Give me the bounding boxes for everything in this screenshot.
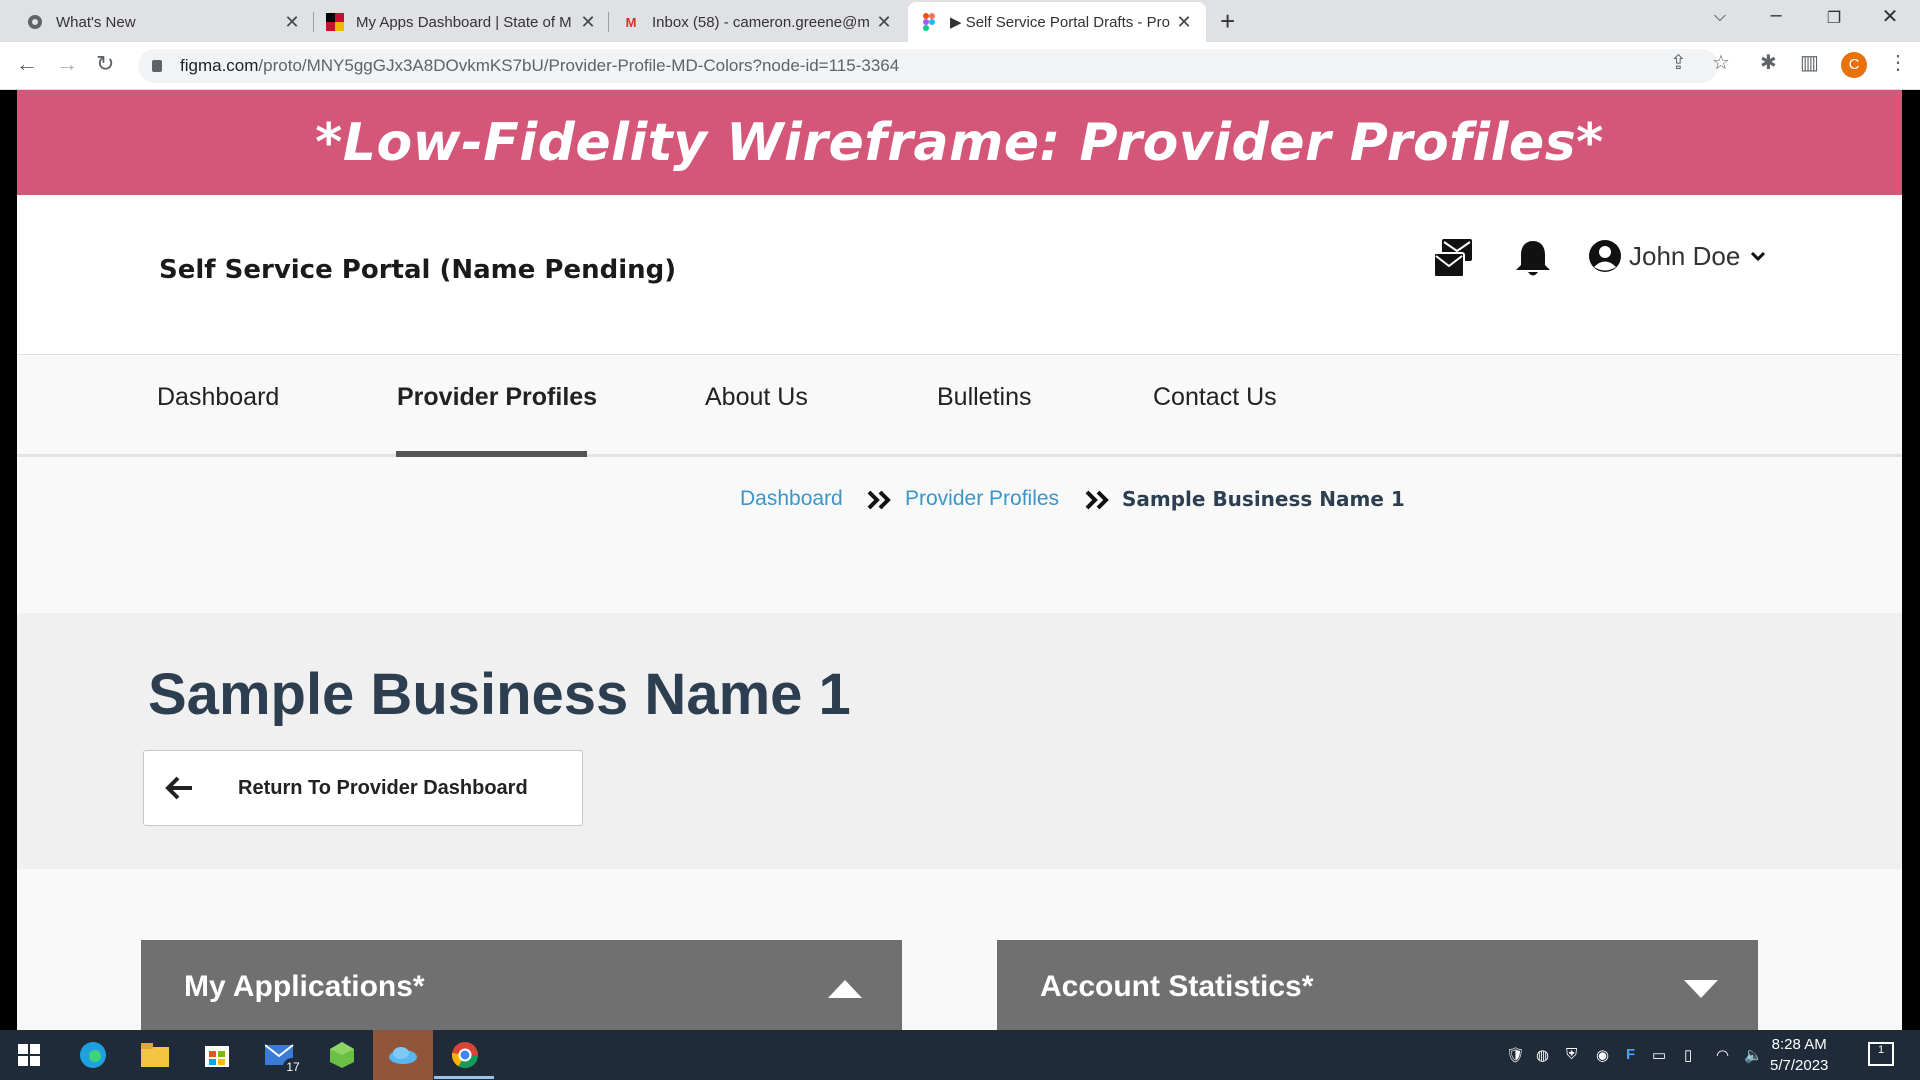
browser-tab-strip: What's New ✕ My Apps Dashboard | State o… — [0, 0, 1920, 42]
user-menu[interactable]: John Doe — [1589, 240, 1766, 272]
restore-icon[interactable]: ❐ — [1806, 8, 1862, 28]
gmail-icon: M — [625, 14, 637, 30]
reload-icon[interactable]: ↻ — [96, 51, 114, 77]
nav-bulletins[interactable]: Bulletins — [937, 383, 1032, 412]
breadcrumb-dashboard[interactable]: Dashboard — [740, 487, 843, 511]
page-title: Sample Business Name 1 — [148, 662, 851, 727]
figma-prototype-page: *Low-Fidelity Wireframe: Provider Profil… — [17, 90, 1902, 1030]
forward-icon[interactable]: → — [56, 51, 78, 77]
panel-title: My Applications* — [184, 970, 425, 1003]
edge-browser-icon[interactable] — [78, 1040, 108, 1070]
double-chevron-right-icon — [1085, 490, 1109, 510]
volume-muted-icon[interactable]: 🔈 — [1744, 1046, 1763, 1064]
network-globe-icon[interactable]: ◍ — [1536, 1046, 1549, 1064]
state-flag-icon — [326, 13, 344, 31]
battery-icon[interactable]: ▯ — [1684, 1046, 1692, 1064]
banner-title: *Low-Fidelity Wireframe: Provider Profil… — [315, 112, 1604, 173]
breadcrumb: Dashboard Provider Profiles Sample Busin… — [17, 457, 1902, 613]
display-icon[interactable]: ▭ — [1652, 1046, 1666, 1064]
tab-figma-drafts[interactable]: ▶ Self Service Portal Drafts - Pro ✕ — [908, 2, 1206, 42]
extensions-icon[interactable]: ✱ — [1760, 50, 1777, 75]
side-panel-icon[interactable]: ▥ — [1800, 50, 1819, 75]
windows-start-icon[interactable] — [14, 1040, 44, 1070]
defender-icon[interactable]: ⛨ — [1566, 1046, 1577, 1063]
menu-kebab-icon[interactable]: ⋮ — [1888, 50, 1908, 75]
arrow-left-icon — [165, 776, 192, 800]
bookmark-star-icon[interactable]: ☆ — [1712, 50, 1730, 75]
tab-gmail-inbox[interactable]: M Inbox (58) - cameron.greene@m ✕ — [610, 2, 906, 42]
caret-up-icon[interactable] — [826, 978, 864, 1000]
panel-title: Account Statistics* — [1040, 970, 1314, 1003]
nav-contact-us[interactable]: Contact Us — [1153, 383, 1277, 412]
caret-down-icon[interactable] — [1682, 978, 1720, 1000]
url-path: /proto/MNY5ggGJx3A8DOvkmKS7bU/Provider-P… — [258, 56, 900, 75]
lock-icon — [152, 60, 162, 72]
profile-hero: Sample Business Name 1 Return To Provide… — [17, 613, 1902, 869]
close-tab-icon[interactable]: ✕ — [282, 12, 302, 33]
tab-title: ▶ Self Service Portal Drafts - Pro — [950, 14, 1170, 31]
chrome-taskbar-icon[interactable] — [450, 1040, 480, 1070]
minimize-icon[interactable]: – — [1748, 4, 1804, 27]
close-tab-icon[interactable]: ✕ — [578, 12, 598, 33]
nav-dashboard[interactable]: Dashboard — [157, 383, 279, 412]
return-button-label: Return To Provider Dashboard — [238, 776, 528, 799]
microsoft-store-icon[interactable] — [202, 1040, 232, 1070]
tab-search-icon[interactable]: ⌵ — [1692, 8, 1748, 26]
nav-about-us[interactable]: About Us — [705, 383, 808, 412]
address-bar: ← → ↻ figma.com/proto/MNY5ggGJx3A8DOvkmK… — [0, 42, 1920, 90]
nav-provider-profiles[interactable]: Provider Profiles — [397, 383, 597, 412]
windows-taskbar: 17 🛡 ◍ ⛨ ◉ F ▭ ▯ ◠ 🔈 8:28 AM 5/7/2023 1 — [0, 1030, 1920, 1080]
system-clock[interactable]: 8:28 AM 5/7/2023 — [1770, 1034, 1828, 1076]
mail-badge: 17 — [283, 1058, 303, 1076]
chevron-down-icon — [1751, 251, 1766, 262]
clock-time: 8:28 AM — [1771, 1036, 1827, 1053]
wifi-icon[interactable]: ◠ — [1716, 1046, 1729, 1064]
security-shield-icon[interactable]: 🛡 — [1506, 1046, 1525, 1064]
file-explorer-icon[interactable] — [140, 1040, 170, 1070]
wireframe-banner: *Low-Fidelity Wireframe: Provider Profil… — [17, 90, 1902, 195]
breadcrumb-current: Sample Business Name 1 — [1122, 487, 1405, 511]
user-avatar-icon — [1589, 240, 1621, 272]
user-name: John Doe — [1629, 240, 1741, 271]
chrome-icon — [26, 13, 44, 31]
figma-icon — [920, 13, 938, 31]
url-input[interactable]: figma.com/proto/MNY5ggGJx3A8DOvkmKS7bU/P… — [138, 49, 1718, 83]
site-header: Self Service Portal (Name Pending) John … — [17, 195, 1902, 355]
my-applications-panel-header[interactable]: My Applications* — [141, 940, 902, 1030]
notifications-bell-icon[interactable] — [1511, 237, 1555, 286]
account-statistics-panel-header[interactable]: Account Statistics* — [997, 940, 1758, 1030]
notification-count: 1 — [1877, 1044, 1885, 1056]
back-icon[interactable]: ← — [16, 51, 38, 77]
tab-whats-new[interactable]: What's New ✕ — [14, 2, 314, 42]
breadcrumb-provider-profiles[interactable]: Provider Profiles — [905, 487, 1059, 511]
portal-title: Self Service Portal (Name Pending) — [159, 255, 677, 285]
chrome-running-indicator — [434, 1076, 494, 1079]
new-tab-icon[interactable]: + — [1220, 6, 1235, 37]
double-chevron-right-icon — [867, 490, 891, 510]
close-window-icon[interactable]: ✕ — [1862, 4, 1918, 29]
cloud-app-icon[interactable] — [388, 1040, 418, 1070]
tab-my-apps[interactable]: My Apps Dashboard | State of M ✕ — [314, 2, 610, 42]
vpn-globe-icon[interactable]: ◉ — [1596, 1046, 1609, 1064]
dashboard-panels: My Applications* Account Statistics* — [17, 869, 1902, 1030]
url-host: figma.com — [180, 56, 259, 75]
messages-icon[interactable] — [1432, 237, 1476, 286]
f-app-icon[interactable]: F — [1626, 1046, 1635, 1063]
tab-title: Inbox (58) - cameron.greene@m — [652, 13, 870, 31]
close-tab-icon[interactable]: ✕ — [874, 12, 894, 33]
close-tab-icon[interactable]: ✕ — [1174, 12, 1194, 33]
notification-center-icon[interactable]: 1 — [1868, 1042, 1894, 1066]
tab-title: My Apps Dashboard | State of M — [356, 13, 572, 31]
clock-date: 5/7/2023 — [1770, 1057, 1829, 1074]
tab-title: What's New — [56, 13, 136, 31]
green-cube-app-icon[interactable] — [327, 1040, 357, 1070]
return-to-dashboard-button[interactable]: Return To Provider Dashboard — [143, 750, 583, 826]
profile-avatar[interactable]: C — [1841, 52, 1867, 78]
share-icon[interactable]: ⇪ — [1670, 50, 1687, 75]
main-navigation: Dashboard Provider Profiles About Us Bul… — [17, 355, 1902, 457]
